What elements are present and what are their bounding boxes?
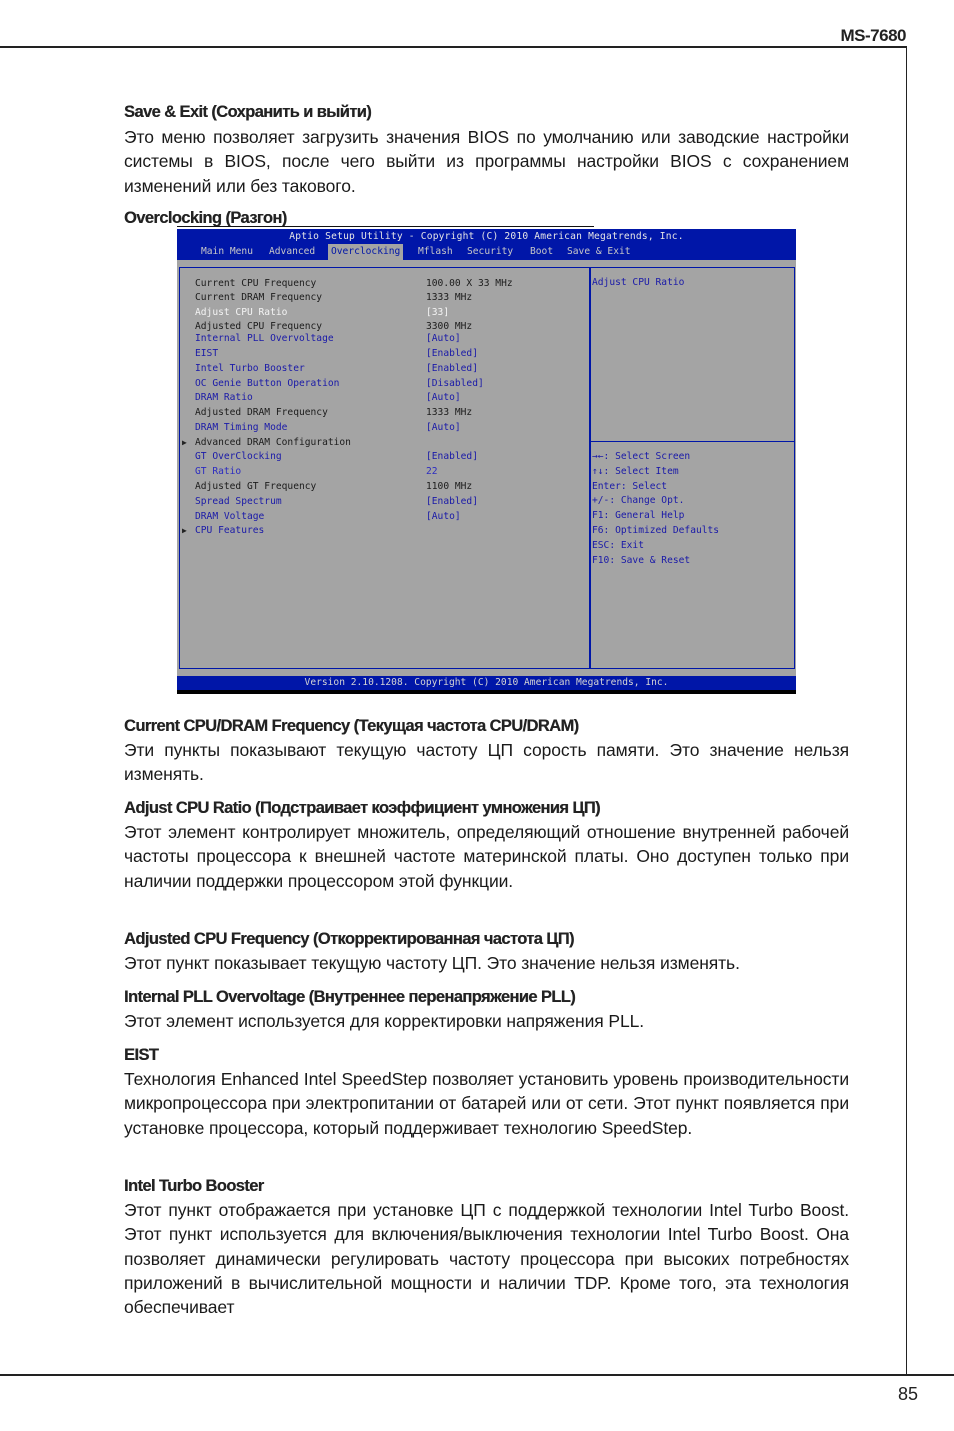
heading-underline bbox=[177, 226, 594, 227]
bios-key-help-item: F6: Optimized Defaults bbox=[592, 525, 720, 536]
section-text: Технология Enhanced Intel SpeedStep позв… bbox=[124, 1069, 849, 1138]
bios-setting-value: 1333 MHz bbox=[426, 407, 473, 418]
bios-setting-value: 100.00 X 33 MHz bbox=[426, 278, 513, 289]
bios-setting-label: Current CPU Frequency bbox=[195, 278, 317, 289]
bios-setting-value[interactable]: [Auto] bbox=[426, 332, 461, 346]
section-text: Этот элемент контролирует множитель, опр… bbox=[124, 822, 849, 891]
bios-setting-value[interactable]: [Disabled] bbox=[426, 377, 484, 391]
model-number: MS-7680 bbox=[840, 26, 907, 45]
bios-setting-label: DRAM Timing Mode bbox=[195, 422, 288, 433]
bios-bottom-edge bbox=[177, 690, 796, 694]
section-text: Этот элемент используется для корректиро… bbox=[124, 1011, 644, 1031]
bios-setting-label: GT Ratio bbox=[195, 466, 242, 477]
bottom-rule bbox=[0, 1374, 954, 1376]
bios-setting-label: DRAM Ratio bbox=[195, 392, 253, 403]
section-eist: EIST Технология Enhanced Intel SpeedStep… bbox=[124, 1044, 849, 1140]
bios-setting-label: EIST bbox=[195, 348, 219, 359]
bios-key-help-item: ↑↓: Select Item bbox=[592, 465, 679, 477]
bios-setting-label: Internal PLL Overvoltage bbox=[195, 333, 334, 344]
bios-setting-value: 1100 MHz bbox=[426, 481, 473, 492]
bios-screenshot: Aptio Setup Utility - Copyright (C) 2010… bbox=[177, 229, 796, 694]
section-internal-pll: Internal PLL Overvoltage (Внутреннее пер… bbox=[124, 986, 849, 1033]
bios-tab-security[interactable]: Security bbox=[464, 244, 516, 260]
bios-key-help-item: ESC: Exit bbox=[592, 539, 644, 551]
bios-key-help-item: →←: Select Screen bbox=[592, 451, 691, 462]
bios-help-title: Adjust CPU Ratio bbox=[592, 277, 685, 288]
bios-setting-value[interactable]: [Auto] bbox=[426, 391, 461, 405]
bios-setting-value[interactable]: [Enabled] bbox=[426, 450, 478, 464]
bios-setting-label: Advanced DRAM Configuration bbox=[195, 437, 351, 448]
section-text: Эти пункты показывают текущую частоту ЦП… bbox=[124, 740, 849, 785]
page-number: 85 bbox=[897, 1384, 918, 1404]
bios-setting-label: CPU Features bbox=[195, 525, 265, 536]
section-text: Этот пункт отображается при установке ЦП… bbox=[124, 1200, 849, 1318]
bios-help-panel: Adjust CPU Ratio →←: Select Screen ↑↓: Se… bbox=[589, 267, 795, 669]
section-heading: Adjusted CPU Frequency (Откорректированн… bbox=[124, 930, 574, 948]
bios-setting-value[interactable]: [Auto] bbox=[426, 510, 461, 524]
section-heading: Intel Turbo Booster bbox=[124, 1177, 264, 1195]
section-current-freq: Current CPU/DRAM Frequency (Текущая част… bbox=[124, 715, 849, 787]
bios-setting-label: Adjust CPU Ratio bbox=[195, 307, 288, 318]
section-text: Это меню позволяет загрузить значения BI… bbox=[124, 127, 849, 196]
bios-tab-mflash[interactable]: Mflash bbox=[415, 244, 456, 260]
bios-setting-value[interactable]: [33] bbox=[426, 306, 449, 320]
section-heading: Current CPU/DRAM Frequency (Текущая част… bbox=[124, 717, 579, 735]
bios-setting-value[interactable]: [Enabled] bbox=[426, 495, 478, 509]
bios-key-help-item: Enter: Select bbox=[592, 480, 668, 492]
bios-settings-panel: Current CPU Frequency 100.00 X 33 MHz Curr… bbox=[179, 267, 591, 669]
section-heading: EIST bbox=[124, 1046, 159, 1064]
bios-tab-main-menu[interactable]: Main Menu bbox=[198, 244, 256, 260]
bios-tab-boot[interactable]: Boot bbox=[527, 244, 556, 260]
bios-setting-label: DRAM Voltage bbox=[195, 511, 265, 522]
section-heading: Save & Exit (Сохранить и выйти) bbox=[124, 103, 372, 121]
bios-tab-advanced[interactable]: Advanced bbox=[266, 244, 318, 260]
submenu-arrow-icon: ▶ bbox=[182, 438, 187, 447]
bios-key-help-item: F10: Save & Reset bbox=[592, 554, 691, 566]
bios-key-help-item: F1: General Help bbox=[592, 510, 685, 522]
bios-tab-overclocking[interactable]: Overclocking bbox=[328, 244, 404, 260]
bios-setting-value[interactable]: [Enabled] bbox=[426, 347, 478, 361]
bios-title: Aptio Setup Utility - Copyright (C) 2010… bbox=[177, 229, 796, 244]
section-intel-turbo: Intel Turbo Booster Этот пункт отображае… bbox=[124, 1175, 849, 1319]
bios-setting-label: Adjusted GT Frequency bbox=[195, 481, 317, 492]
bios-setting-label: Current DRAM Frequency bbox=[195, 292, 323, 303]
bios-key-help-item: +/-: Change Opt. bbox=[592, 495, 685, 507]
section-heading: Adjust CPU Ratio (Подстраивает коэффицие… bbox=[124, 799, 601, 817]
bios-setting-label: Spread Spectrum bbox=[195, 496, 282, 507]
help-divider bbox=[590, 441, 794, 442]
section-adjusted-cpu-freq: Adjusted CPU Frequency (Откорректированн… bbox=[124, 928, 849, 975]
bios-footer: Version 2.10.1208. Copyright (C) 2010 Am… bbox=[177, 676, 796, 690]
bios-tab-save-exit[interactable]: Save & Exit bbox=[564, 244, 634, 260]
bios-setting-value: 22 bbox=[426, 466, 438, 477]
section-adjust-cpu-ratio: Adjust CPU Ratio (Подстраивает коэффицие… bbox=[124, 797, 849, 893]
bios-tab-bar: Main Menu Advanced Overclocking Mflash S… bbox=[177, 244, 796, 260]
bios-setting-value[interactable]: [Auto] bbox=[426, 421, 461, 435]
top-rule bbox=[0, 46, 907, 48]
section-heading: Internal PLL Overvoltage (Внутреннее пер… bbox=[124, 988, 576, 1006]
section-text: Этот пункт показывает текущую частоту ЦП… bbox=[124, 953, 740, 973]
bios-setting-label: Adjusted DRAM Frequency bbox=[195, 407, 328, 418]
submenu-arrow-icon: ▶ bbox=[182, 526, 187, 535]
bios-setting-label: OC Genie Button Operation bbox=[195, 378, 340, 389]
bios-setting-value[interactable]: [Enabled] bbox=[426, 362, 478, 376]
bios-setting-value: 1333 MHz bbox=[426, 292, 473, 303]
bios-setting-label: GT OverClocking bbox=[195, 451, 282, 462]
bios-setting-label: Intel Turbo Booster bbox=[195, 363, 305, 374]
section-save-exit: Save & Exit (Сохранить и выйти) Это меню… bbox=[124, 101, 849, 198]
right-rule bbox=[906, 46, 907, 1375]
